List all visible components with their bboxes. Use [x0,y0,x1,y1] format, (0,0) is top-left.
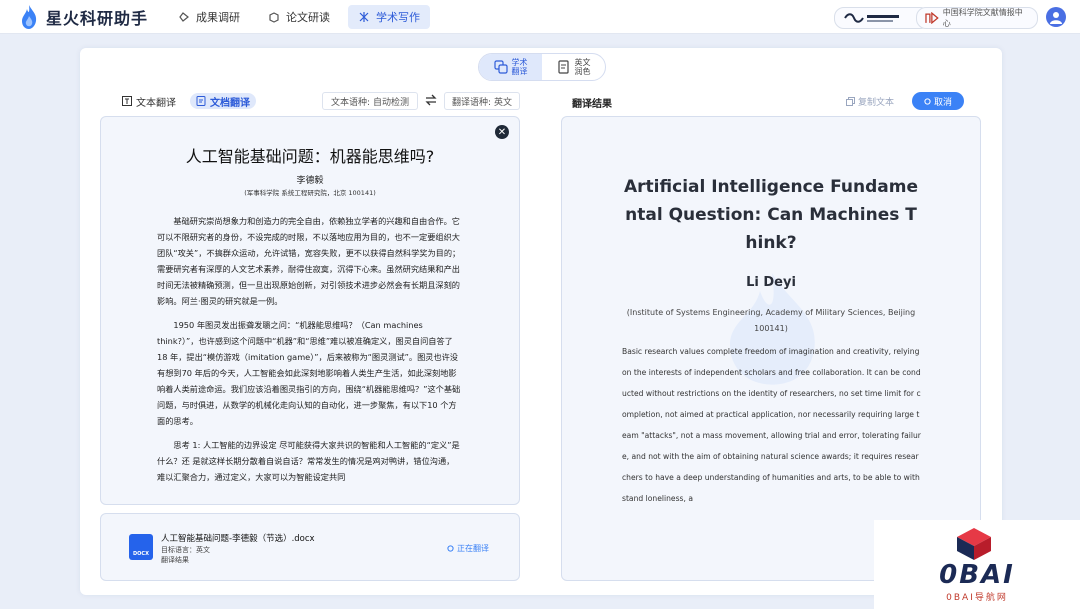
pen-icon [359,12,369,22]
copy-icon [846,97,855,106]
mode-english-polish[interactable]: 英文 润色 [542,54,605,80]
source-language-select[interactable]: 文本语种: 自动检测 [322,92,418,110]
mode-label-line1: 英文 [574,58,591,67]
cancel-label: 取消 [933,97,952,108]
target-language-label: 翻译语种: 英文 [452,97,512,108]
cube-logo-icon [957,528,991,560]
partner-logo-icon [844,13,899,23]
loading-icon [447,545,454,552]
app-title: 星火科研助手 [46,9,149,28]
polish-icon [557,60,569,74]
source-paragraph: 基础研究崇尚想象力和创造力的完全自由，依赖独立学者的兴趣和自由合作。它可以不限研… [157,216,461,306]
source-title: 人工智能基础问题：机器能思维吗? [185,147,435,166]
copy-text-label: 复制文本 [858,98,895,108]
file-result-label: 翻译结果 [161,556,189,564]
tab-text-translate[interactable]: 文本翻译 [116,93,182,109]
site-watermark: 0BAI 0BAI导航网 [874,520,1080,609]
tab-label: 文档翻译 [210,97,250,109]
tab-label: 文本翻译 [136,97,176,109]
mode-switch: 学术 翻译 英文 润色 [478,53,606,81]
result-author: Li Deyi [746,275,796,290]
user-avatar[interactable] [1046,7,1066,27]
book-icon [269,12,279,23]
file-type-label: DOCX [133,551,149,557]
translate-icon [493,60,508,74]
file-name: 人工智能基础问题-李德毅（节选）.docx [161,534,315,544]
tab-doc-translate[interactable]: 文档翻译 [190,93,256,109]
file-meta: 目标语言：英文 翻译结果 [161,545,210,565]
nav-item-research[interactable]: 成果调研 [168,5,250,29]
library-logo-icon [925,12,939,24]
top-bar: 星火科研助手 成果调研 论文研读 学术写作 中国科学院文献情报中心 [0,0,1080,34]
main-panel: 学术 翻译 英文 润色 文本翻译 文档翻译 文本语种: 自动检测 翻译语种: 英文 … [80,48,1002,595]
close-icon[interactable]: ✕ [495,125,509,139]
text-icon [122,96,132,106]
watermark-title: 0BAI [939,560,1015,590]
source-preview[interactable]: ✕ 人工智能基础问题：机器能思维吗? 李德毅 (军事科学院 系统工程研究院，北京… [100,116,520,505]
status-label: 正在翻译 [457,544,489,553]
result-affiliation: (Institute of Systems Engineering, Acade… [626,308,916,333]
source-body: 基础研究崇尚想象力和创造力的完全自由，依赖独立学者的兴趣和自由合作。它可以不限研… [157,213,461,493]
source-language-label: 文本语种: 自动检测 [331,97,409,108]
nav-item-papers[interactable]: 论文研读 [258,5,340,29]
mode-label-line2: 润色 [574,67,591,76]
partner-badge-2[interactable]: 中国科学院文献情报中心 [916,7,1038,29]
flame-logo-icon [22,5,37,29]
spinner-icon [924,97,931,105]
nav-item-label: 论文研读 [286,11,330,24]
copy-text-button[interactable]: 复制文本 [846,95,894,108]
mode-label-line1: 学术 [511,58,528,67]
mode-label-line2: 翻译 [511,67,528,76]
translate-tabs: 文本翻译 文档翻译 [116,93,256,109]
docx-file-icon: DOCX [129,534,153,560]
target-language-select[interactable]: 翻译语种: 英文 [444,92,520,110]
result-title: 翻译结果 [572,99,612,110]
source-paragraph: 1950 年图灵发出振聋发聩之问：“机器能思维吗？（Can machines t… [157,320,461,426]
document-icon [196,96,206,106]
partner-label: 中国科学院文献情报中心 [942,8,1023,28]
nav-item-writing[interactable]: 学术写作 [348,5,430,29]
app-logo[interactable]: 星火科研助手 [20,4,148,30]
source-paragraph: 思考 1: 人工智能的边界设定 尽可能获得大家共识的智能和人工智能的“定义”是什… [157,440,460,482]
watermark-subtitle: 0BAI导航网 [946,593,1008,603]
mode-academic-translate[interactable]: 学术 翻译 [479,54,542,80]
main-nav: 成果调研 论文研读 学术写作 [168,5,430,29]
source-author: 李德毅 [296,176,324,186]
source-affiliation: (军事科学院 系统工程研究院，北京 100141) [244,189,376,197]
result-preview[interactable]: Artificial Intelligence Fundamental Ques… [561,116,981,581]
file-target-language: 目标语言：英文 [161,546,210,554]
file-card[interactable]: DOCX 人工智能基础问题-李德毅（节选）.docx 目标语言：英文 翻译结果 … [100,513,520,581]
nav-item-label: 学术写作 [376,11,420,24]
cancel-button[interactable]: 取消 [912,92,964,110]
result-body: Basic research values complete freedom o… [622,347,921,503]
compass-icon [179,12,189,22]
user-icon [1050,12,1062,24]
result-title-text: Artificial Intelligence Fundamental Ques… [624,177,918,253]
translation-status: 正在翻译 [447,543,489,554]
nav-item-label: 成果调研 [196,11,240,24]
swap-languages-icon[interactable] [424,93,438,107]
